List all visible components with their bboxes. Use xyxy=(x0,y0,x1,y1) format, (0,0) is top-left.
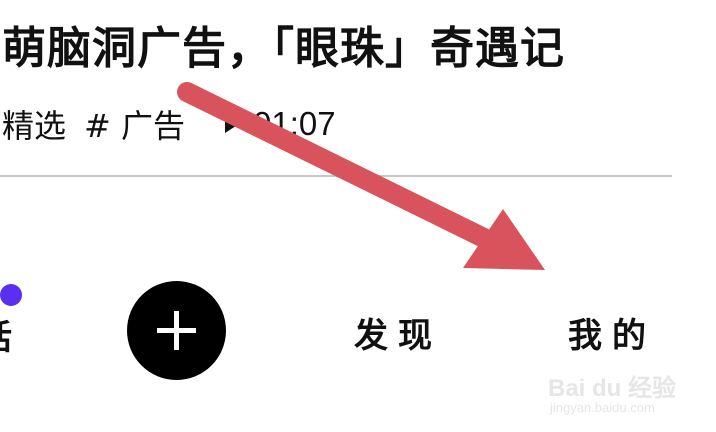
tab-partial-label[interactable]: 话 xyxy=(0,310,12,359)
video-meta-row: 精选 # 广告 01:07 xyxy=(2,101,336,147)
tag-featured[interactable]: 精选 xyxy=(2,101,66,147)
video-duration: 01:07 xyxy=(253,105,336,142)
baidu-watermark: Bai du 经验 jingyan.baidu.com xyxy=(548,368,708,428)
plus-icon-vertical xyxy=(174,311,179,350)
notification-badge-dot xyxy=(0,284,22,306)
screenshot-page: 萌脑洞广告，「眼珠」奇遇记 精选 # 广告 01:07 话 发现 我的 Bai … xyxy=(0,0,716,432)
video-title[interactable]: 萌脑洞广告，「眼珠」奇遇记 xyxy=(2,12,565,76)
add-button[interactable] xyxy=(127,281,226,380)
play-icon xyxy=(225,115,240,133)
tag-ad[interactable]: # 广告 xyxy=(84,101,185,147)
watermark-url: jingyan.baidu.com xyxy=(550,400,655,415)
tab-discover[interactable]: 发现 xyxy=(354,308,442,357)
arrow-head xyxy=(463,209,545,270)
divider xyxy=(0,175,672,177)
watermark-main: Bai du 经验 xyxy=(548,375,677,402)
tab-mine[interactable]: 我的 xyxy=(568,308,656,357)
